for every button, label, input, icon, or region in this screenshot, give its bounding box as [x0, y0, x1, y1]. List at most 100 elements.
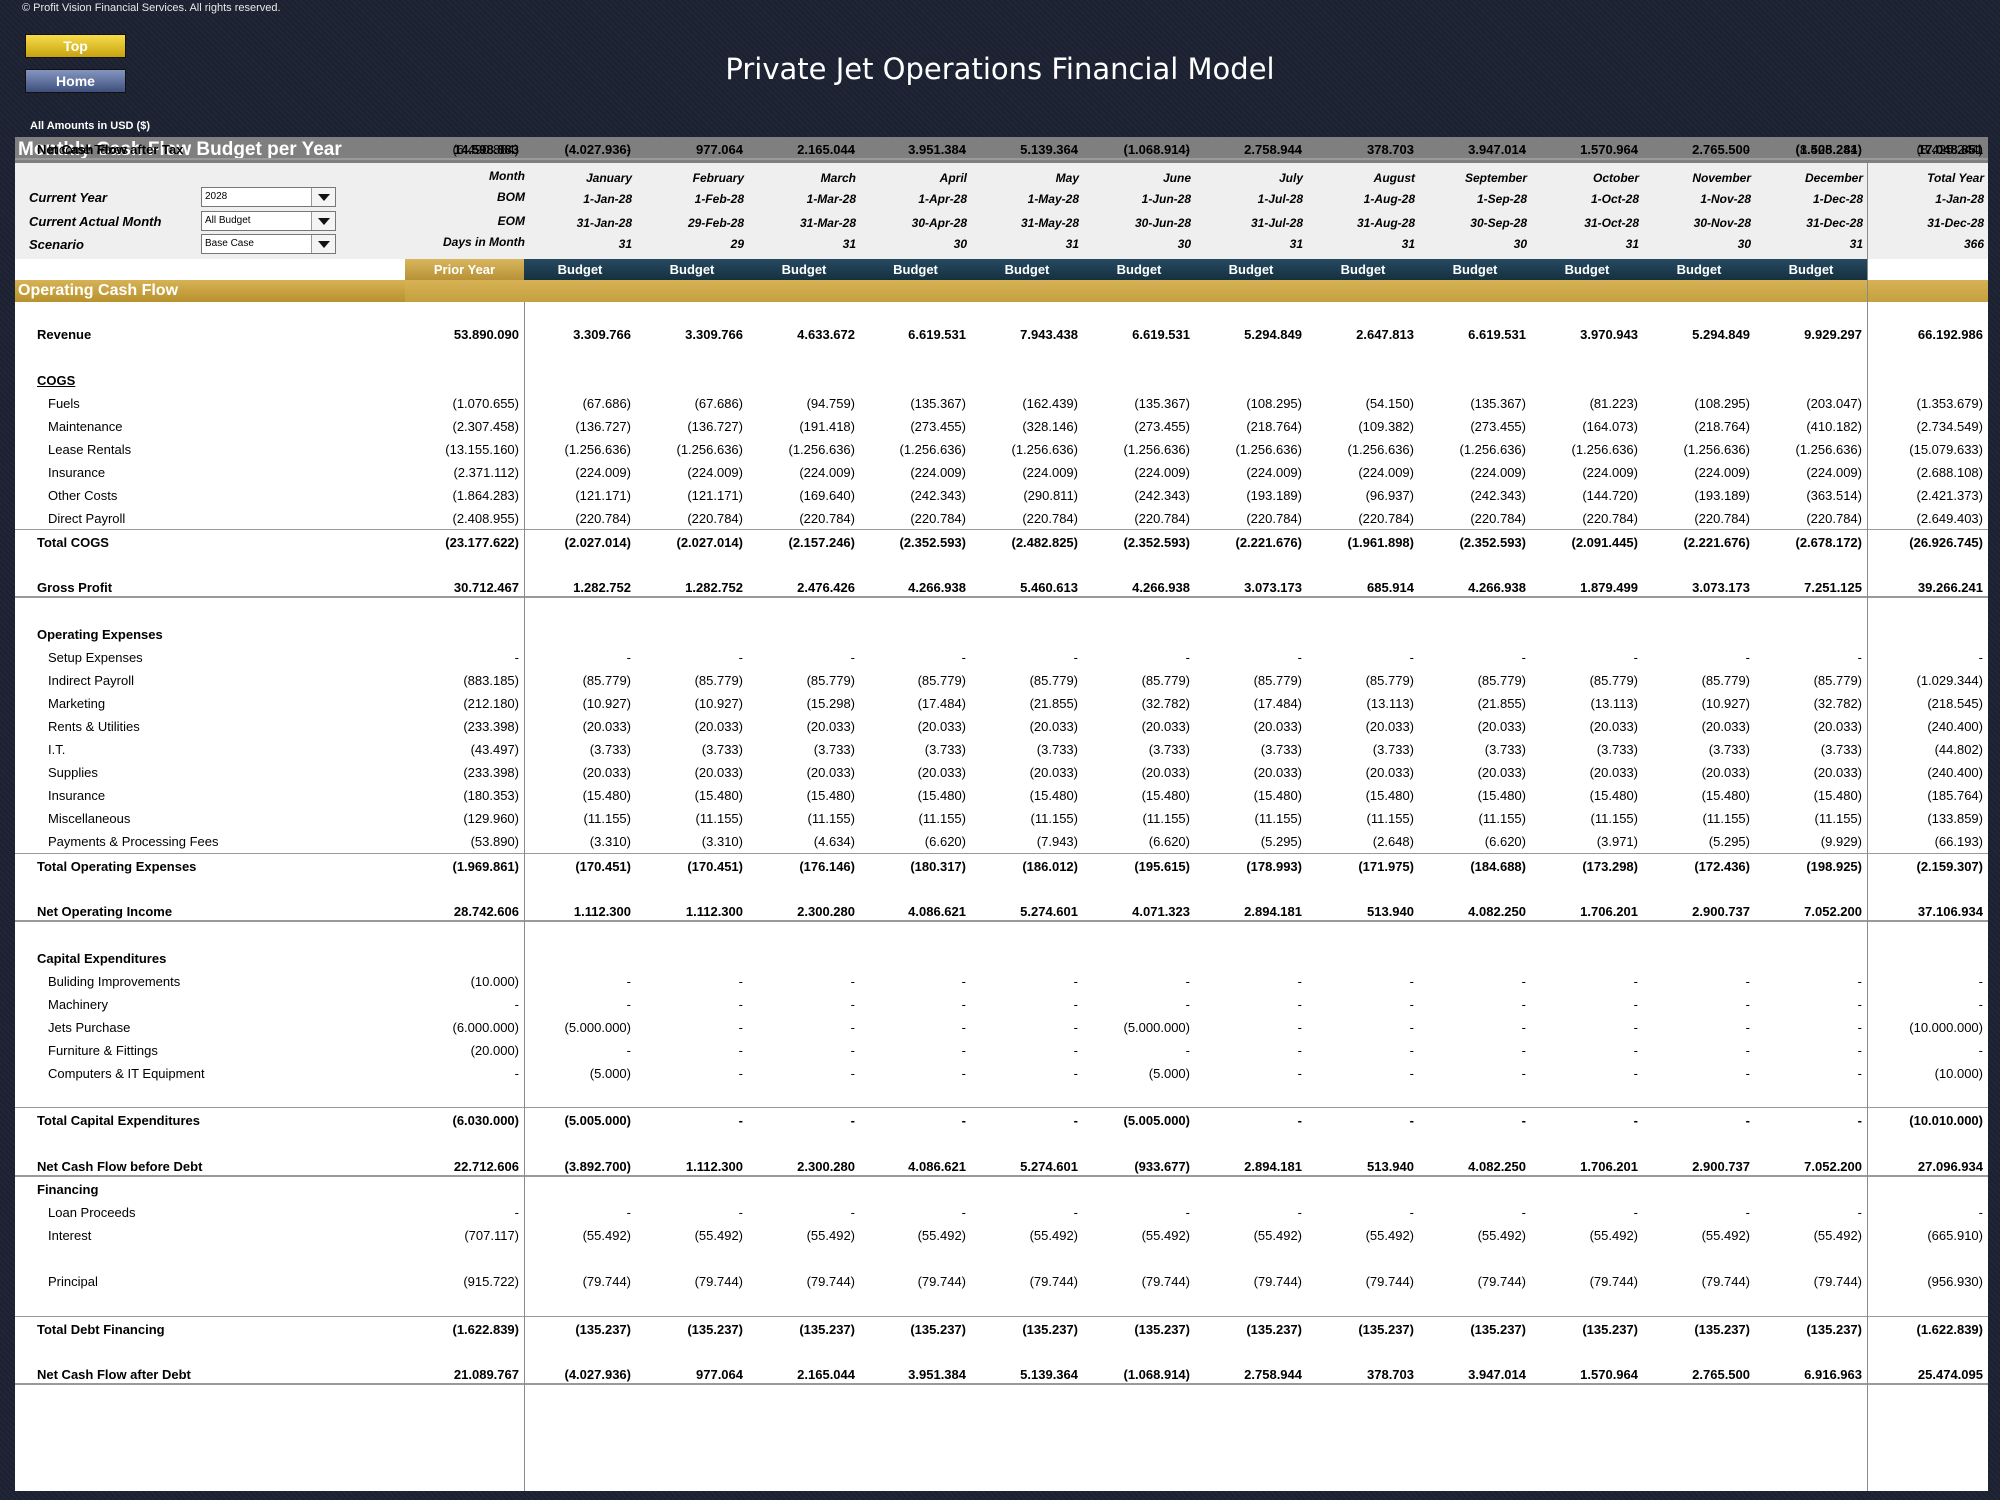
value-cell: (67.686) — [582, 396, 631, 411]
value-cell: (933.677) — [1134, 1159, 1190, 1174]
month-header-bom: 1-Sep-28 — [1476, 192, 1527, 206]
month-header-bom: 1-Oct-28 — [1590, 192, 1639, 206]
month-header-eom: 31-Jul-28 — [1250, 216, 1303, 230]
value-cell: - — [738, 974, 743, 989]
bom-header-label: BOM — [497, 190, 525, 204]
value-cell: (6.620) — [1484, 834, 1526, 849]
value-cell: (224.009) — [687, 465, 743, 480]
value-cell: - — [1297, 1066, 1302, 1081]
value-cell: - — [1297, 650, 1302, 665]
value-cell: (85.779) — [1701, 673, 1750, 688]
value-cell: (20.033) — [806, 765, 855, 780]
value-cell: (1.256.636) — [1683, 442, 1751, 457]
subheader-budget: Budget — [748, 259, 860, 280]
value-cell: (2.307.458) — [452, 419, 520, 434]
value-cell: (85.779) — [1477, 673, 1526, 688]
spreadsheet: Monthly Cash Flow Budget per Year Curren… — [15, 137, 1988, 1491]
value-cell: (20.033) — [1813, 765, 1862, 780]
value-cell: (2.408.955) — [452, 511, 520, 526]
value-cell: (3.733) — [1372, 742, 1414, 757]
subheader-budget: Budget — [971, 259, 1083, 280]
value-cell: 977.064 — [696, 1367, 743, 1382]
value-cell: (81.223) — [1589, 396, 1638, 411]
value-cell: (198.925) — [1806, 859, 1862, 874]
value-cell: (224.009) — [1134, 465, 1190, 480]
value-cell: 1.282.752 — [573, 580, 631, 595]
month-header-eom: 31-Aug-28 — [1356, 216, 1415, 230]
value-cell: (212.180) — [463, 696, 519, 711]
table-row: Payments & Processing Fees (53.890) (3.310… — [15, 829, 1988, 852]
value-cell: (79.744) — [1813, 1274, 1862, 1289]
value-cell: (135.237) — [799, 1322, 855, 1337]
value-cell: (224.009) — [799, 465, 855, 480]
value-cell: (135.237) — [1246, 1322, 1302, 1337]
value-cell: 2.476.426 — [797, 580, 855, 595]
value-cell: - — [1521, 1020, 1526, 1035]
value-cell: - — [1521, 1066, 1526, 1081]
row-label: Setup Expenses — [48, 650, 143, 665]
month-header-eom: 31-Dec-28 — [1806, 216, 1863, 230]
value-cell: (20.033) — [1589, 765, 1638, 780]
value-cell: (135.237) — [1694, 1322, 1750, 1337]
value-cell: (20.033) — [694, 765, 743, 780]
value-cell: - — [1297, 1205, 1302, 1220]
value-cell: 7.943.438 — [1020, 327, 1078, 342]
table-row: Supplies (233.398) (20.033) (20.033) (20.033… — [15, 760, 1988, 783]
subheader-budget: Budget — [1643, 259, 1755, 280]
subheader-budget: Budget — [524, 259, 636, 280]
value-cell: (79.744) — [1477, 1274, 1526, 1289]
current-actual-month-select[interactable]: All Budget — [201, 211, 336, 231]
table-row: Machinery - - - - - - - - - - - - - - — [15, 992, 1988, 1015]
value-cell: (13.155.160) — [445, 442, 519, 457]
value-cell: (11.155) — [1366, 811, 1414, 826]
value-cell: (20.033) — [1253, 765, 1302, 780]
chevron-down-icon[interactable] — [311, 188, 335, 206]
value-cell: (15.480) — [806, 788, 855, 803]
current-year-select[interactable]: 2028 — [201, 187, 336, 207]
value-cell: (20.033) — [694, 719, 743, 734]
value-cell: (55.492) — [1701, 1228, 1750, 1243]
value-cell: - — [961, 997, 966, 1012]
value-cell: - — [1073, 1113, 1078, 1128]
row-label: Direct Payroll — [48, 511, 126, 526]
scenario-select[interactable]: Base Case — [201, 234, 336, 254]
table-row: Net Cash Flow before Debt 22.712.606 (3.89… — [15, 1154, 1988, 1177]
copyright-notice: © Profit Vision Financial Services. All … — [22, 2, 281, 14]
value-cell: (13.113) — [1590, 696, 1638, 711]
row-label: Principal — [48, 1274, 98, 1289]
value-cell: 7.052.200 — [1804, 904, 1862, 919]
value-cell: (6.030.000) — [452, 1113, 520, 1128]
month-header-name: October — [1592, 171, 1639, 185]
value-cell: 1.282.752 — [685, 580, 743, 595]
value-cell: (79.744) — [1365, 1274, 1414, 1289]
value-cell: (135.237) — [1134, 1322, 1190, 1337]
value-cell: (2.221.676) — [1235, 535, 1303, 550]
value-cell: (1.256.636) — [1571, 442, 1639, 457]
value-cell: - — [961, 1113, 966, 1128]
value-cell: - — [1857, 997, 1862, 1012]
value-cell: 6.619.531 — [908, 327, 966, 342]
chevron-down-icon[interactable] — [311, 235, 335, 253]
scenario-label: Scenario — [29, 237, 84, 252]
table-row: Insurance (180.353) (15.480) (15.480) (15.48… — [15, 783, 1988, 806]
value-cell: (220.784) — [1806, 511, 1862, 526]
value-cell: (3.733) — [1596, 742, 1638, 757]
value-cell: (20.033) — [1813, 719, 1862, 734]
value-cell: (1.070.655) — [452, 396, 520, 411]
value-cell: (220.784) — [1470, 511, 1526, 526]
value-cell: 2.758.944 — [1244, 1367, 1302, 1382]
value-cell: - — [1745, 1113, 1750, 1128]
value-cell: (224.009) — [1694, 465, 1750, 480]
value-cell: - — [1633, 1113, 1638, 1128]
value-cell: (883.185) — [463, 673, 519, 688]
value-cell: (4.634) — [813, 834, 855, 849]
value-cell: 5.274.601 — [1020, 1159, 1078, 1174]
value-cell: (1.256.636) — [788, 442, 856, 457]
value-cell: (224.009) — [575, 465, 631, 480]
value-cell: (2.352.593) — [1123, 535, 1191, 550]
value-cell: (108.295) — [1246, 396, 1302, 411]
value-cell: - — [1633, 650, 1638, 665]
table-row: Operating Expenses — [15, 622, 1988, 645]
row-label: Interest — [48, 1228, 92, 1243]
chevron-down-icon[interactable] — [311, 212, 335, 230]
